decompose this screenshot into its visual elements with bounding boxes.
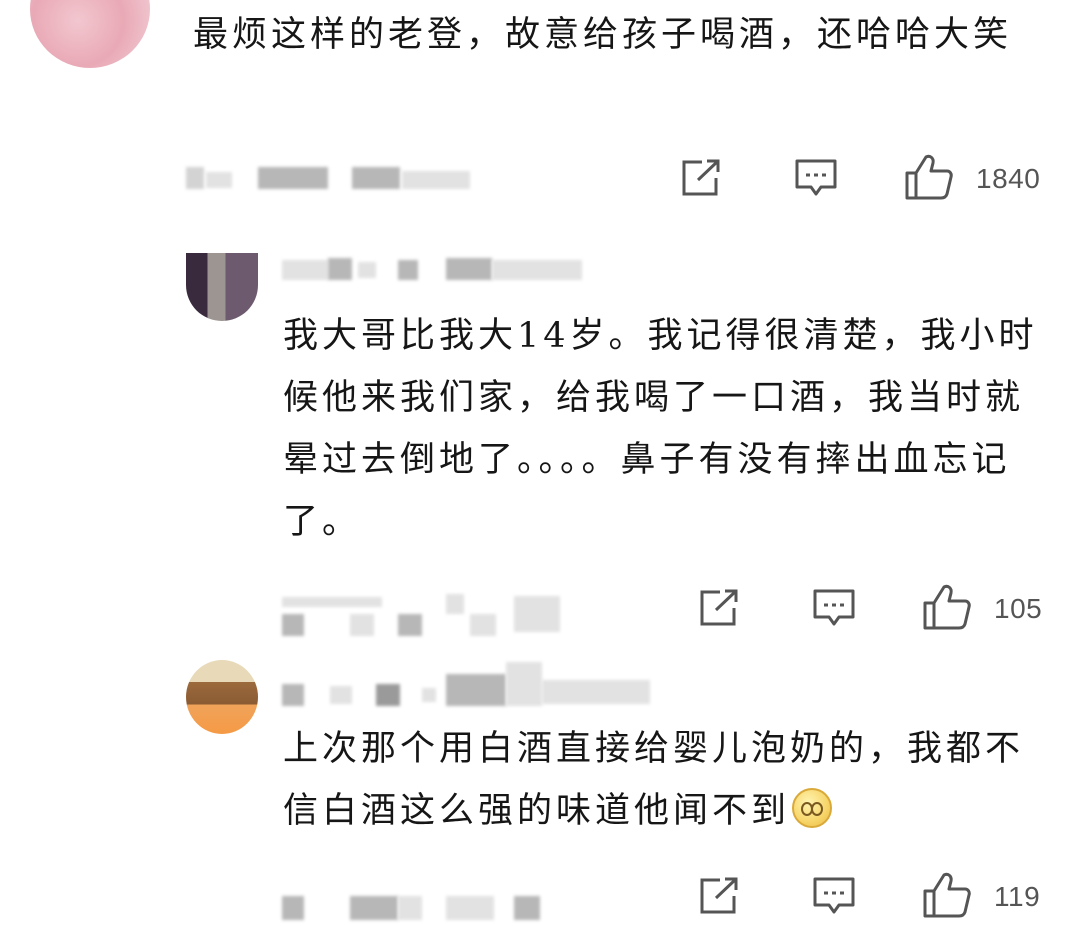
comment-text: 上次那个用白酒直接给婴儿泡奶的，我都不信白酒这么强的味道他闻不到 xyxy=(283,718,1043,842)
comment-icon[interactable] xyxy=(794,158,838,200)
user-avatar[interactable] xyxy=(186,660,258,734)
like-count: 105 xyxy=(994,593,1043,624)
share-icon[interactable] xyxy=(680,158,722,198)
comment-text-content: 上次那个用白酒直接给婴儿泡奶的，我都不信白酒这么强的味道他闻不到 xyxy=(283,729,1025,831)
like-count: 1840 xyxy=(976,163,1041,194)
thumbs-up-icon[interactable] xyxy=(904,153,954,201)
comment-text: 最烦这样的老登，故意给孩子喝酒，还哈哈大笑 xyxy=(193,15,1013,55)
user-avatar[interactable] xyxy=(30,0,150,68)
share-icon[interactable] xyxy=(698,588,740,628)
drooling-face-emoji xyxy=(792,788,833,828)
share-icon[interactable] xyxy=(698,876,740,916)
like-count: 119 xyxy=(994,881,1041,912)
thumbs-up-icon[interactable] xyxy=(922,871,972,919)
thumbs-up-icon[interactable] xyxy=(922,583,972,631)
comment-icon[interactable] xyxy=(812,876,856,918)
comment-icon[interactable] xyxy=(812,588,856,630)
comment-text: 我大哥比我大14岁。我记得很清楚，我小时候他来我们家，给我喝了一口酒，我当时就晕… xyxy=(283,316,1038,542)
user-avatar[interactable] xyxy=(186,253,258,321)
